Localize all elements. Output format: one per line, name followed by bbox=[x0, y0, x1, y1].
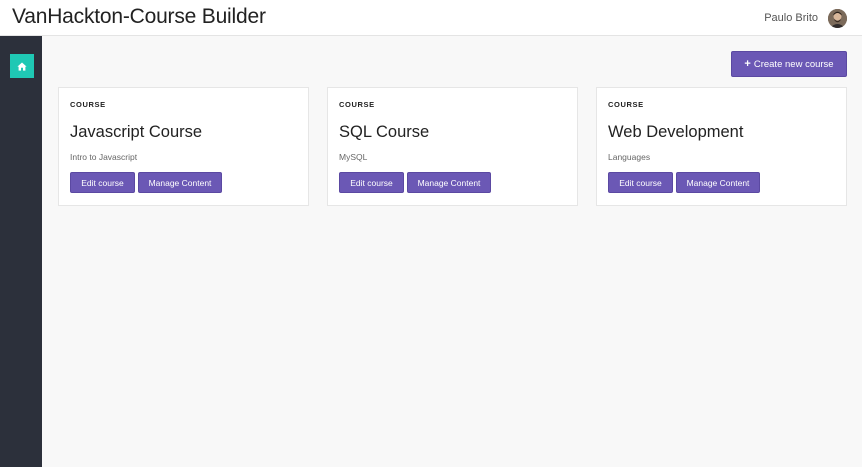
home-icon bbox=[17, 62, 27, 71]
user-avatar-icon[interactable] bbox=[828, 9, 847, 28]
course-card-javascript: COURSE Javascript Course Intro to Javasc… bbox=[58, 87, 309, 206]
app-title: VanHackton-Course Builder bbox=[12, 5, 266, 28]
edit-course-button[interactable]: Edit course bbox=[339, 172, 404, 193]
course-subtitle: MySQL bbox=[339, 152, 368, 162]
manage-content-button[interactable]: Manage Content bbox=[676, 172, 760, 193]
course-title: Javascript Course bbox=[70, 123, 203, 141]
course-subtitle: Intro to Javascript bbox=[70, 152, 138, 162]
top-header: VanHackton-Course Builder Paulo Brito bbox=[0, 0, 862, 36]
course-title: SQL Course bbox=[339, 123, 430, 141]
user-name[interactable]: Paulo Brito bbox=[764, 12, 818, 24]
card-eyebrow: COURSE bbox=[608, 100, 644, 109]
edit-course-button[interactable]: Edit course bbox=[70, 172, 135, 193]
create-button-label: Create new course bbox=[753, 58, 834, 70]
course-card-web-development: COURSE Web Development Languages Edit co… bbox=[596, 87, 847, 206]
course-card-sql: COURSE SQL Course MySQL Edit course Mana… bbox=[327, 87, 578, 206]
manage-content-button[interactable]: Manage Content bbox=[138, 172, 222, 193]
course-title: Web Development bbox=[608, 123, 744, 141]
card-eyebrow: COURSE bbox=[70, 100, 106, 109]
course-subtitle: Languages bbox=[608, 152, 651, 162]
home-button[interactable] bbox=[10, 54, 34, 78]
sidebar bbox=[0, 36, 42, 467]
manage-content-button[interactable]: Manage Content bbox=[407, 172, 491, 193]
create-new-course-button[interactable]: + Create new course bbox=[731, 51, 847, 77]
plus-icon: + bbox=[744, 58, 751, 70]
edit-course-button[interactable]: Edit course bbox=[608, 172, 673, 193]
card-eyebrow: COURSE bbox=[339, 100, 375, 109]
